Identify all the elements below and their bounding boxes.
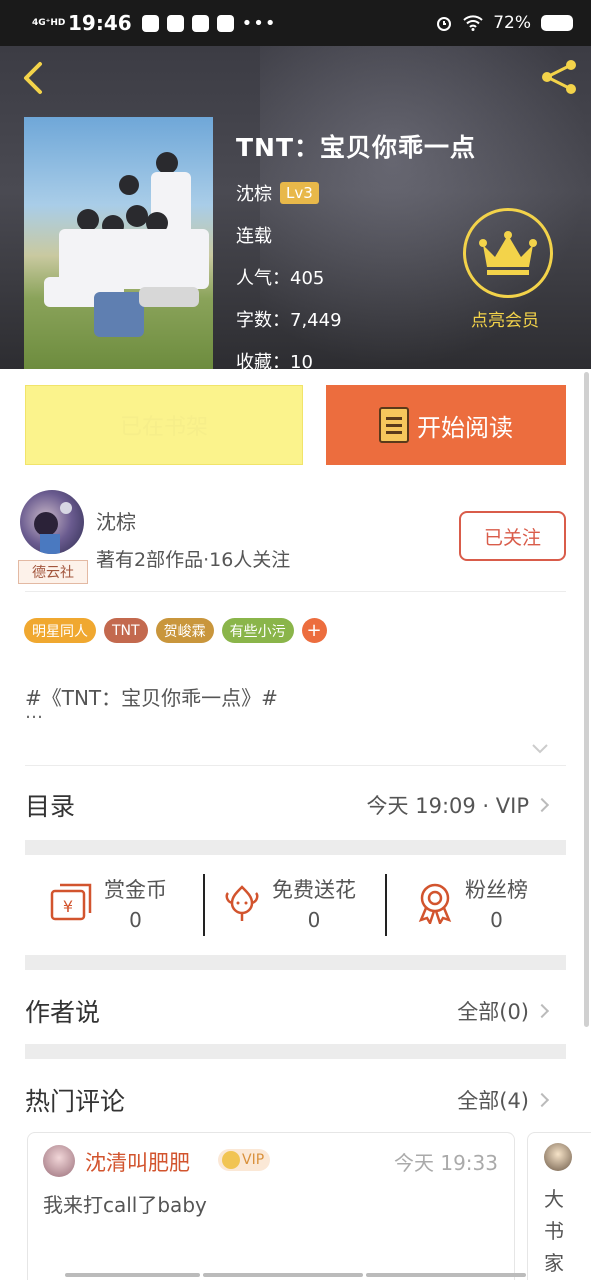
word-count: 字数：7,449	[236, 310, 342, 331]
divider	[203, 874, 205, 936]
book-header: TNT：宝贝你乖一点 沈棕 Lv3 连载 人气：405 字数：7,449 收藏：…	[0, 46, 591, 373]
book-title: TNT：宝贝你乖一点	[236, 133, 477, 162]
divider	[385, 874, 387, 936]
vip-badge: VIP	[218, 1149, 271, 1171]
coin-reward-button[interactable]: ¥ 赏金币 0	[50, 870, 167, 936]
status-bar: 4G⁺HD 19:46 ••• 72%	[0, 0, 591, 46]
coin-label: 赏金币	[104, 878, 167, 902]
start-reading-button[interactable]: 开始阅读	[326, 385, 566, 465]
book-author[interactable]: 沈棕	[236, 180, 272, 206]
author-stats: 著有2部作品·16人关注	[96, 549, 291, 571]
tag-list: 明星同人 TNT 贺峻霖 有些小污 +	[24, 618, 327, 643]
book-description: #《TNT：宝贝你乖一点》#	[25, 686, 278, 710]
compass-icon	[191, 14, 209, 32]
toc-update-link[interactable]: 今天 19:09 · VIP	[366, 790, 550, 820]
notification-icons	[141, 14, 234, 32]
favorites-count: 收藏：10	[236, 352, 313, 373]
battery-icon	[541, 15, 573, 31]
comment-text: 我来打call了baby	[43, 1193, 207, 1217]
chevron-right-icon	[534, 1003, 550, 1019]
fan-rank-value: 0	[490, 908, 503, 932]
comment-time: 今天 19:33	[394, 1151, 498, 1175]
alarm-icon	[437, 17, 452, 31]
chevron-right-icon	[534, 1092, 550, 1108]
network-indicator: 4G⁺HD	[32, 17, 66, 28]
add-tag-button[interactable]: +	[301, 618, 327, 643]
tag-item[interactable]: TNT	[104, 618, 148, 643]
author-name[interactable]: 沈棕	[96, 506, 136, 535]
serial-status: 连载	[236, 226, 272, 247]
author-avatar[interactable]	[20, 490, 84, 554]
coin-value: 0	[129, 908, 142, 932]
fan-rank-label: 粉丝榜	[465, 878, 528, 902]
qq-icon	[141, 14, 159, 32]
chevron-right-icon	[534, 797, 550, 813]
carousel-indicator	[203, 1273, 363, 1277]
book-cover[interactable]	[24, 117, 213, 369]
toc-title[interactable]: 目录	[25, 787, 75, 823]
wifi-icon	[463, 15, 483, 31]
carousel-indicator	[65, 1273, 200, 1277]
send-flower-button[interactable]: 免费送花 0	[222, 870, 356, 936]
more-notifications-icon: •••	[241, 12, 277, 34]
carousel-indicator	[366, 1273, 526, 1277]
divider	[25, 765, 566, 766]
comment-card[interactable]: 沈清叫肥肥 VIP 今天 19:33 我来打call了baby	[27, 1132, 515, 1280]
tag-item[interactable]: 贺峻霖	[155, 618, 214, 643]
share-icon[interactable]	[538, 56, 580, 98]
author-says-all: 全部(0)	[457, 1000, 529, 1024]
author-says-all-link[interactable]: 全部(0)	[457, 996, 550, 1026]
reward-stats: ¥ 赏金币 0 免费送花 0 粉丝榜 0	[25, 870, 566, 936]
toc-update: 今天 19:09 · VIP	[366, 794, 529, 818]
start-reading-label: 开始阅读	[417, 413, 513, 442]
book-icon	[379, 407, 409, 443]
in-shelf-button[interactable]: 已在书架	[25, 385, 303, 465]
commenter-avatar[interactable]	[43, 1145, 75, 1177]
clock: 19:46	[68, 11, 132, 35]
comment-card[interactable]: 大书家	[527, 1132, 591, 1280]
hot-comments-title: 热门评论	[25, 1087, 126, 1116]
chevron-down-icon[interactable]	[531, 740, 549, 758]
section-gap	[25, 1044, 566, 1059]
flower-label: 免费送花	[272, 878, 356, 902]
flower-icon	[225, 885, 259, 921]
hot-comments-all: 全部(4)	[457, 1089, 529, 1113]
hot-comments-all-link[interactable]: 全部(4)	[457, 1085, 550, 1115]
fan-rank-button[interactable]: 粉丝榜 0	[415, 870, 528, 936]
section-gap	[25, 840, 566, 855]
tag-item[interactable]: 明星同人	[24, 618, 96, 643]
level-badge: Lv3	[280, 182, 319, 204]
member-button[interactable]: 点亮会员	[463, 208, 553, 331]
tag-item[interactable]: 有些小污	[221, 618, 294, 643]
commenter-avatar[interactable]	[544, 1143, 572, 1171]
divider	[25, 591, 566, 592]
popularity: 人气：405	[236, 268, 325, 289]
message-icon	[216, 14, 234, 32]
comment-text: 大书家	[544, 1187, 564, 1275]
coin-envelope-icon: ¥	[50, 883, 92, 921]
battery-percent: 72%	[493, 13, 531, 33]
author-says-title: 作者说	[25, 998, 101, 1027]
member-label: 点亮会员	[471, 311, 539, 331]
commenter-name[interactable]: 沈清叫肥肥	[85, 1147, 190, 1177]
section-gap	[25, 955, 566, 970]
medal-icon	[418, 883, 452, 924]
book-info: TNT：宝贝你乖一点 沈棕 Lv3 连载 人气：405 字数：7,449 收藏：…	[236, 128, 476, 374]
scrollbar[interactable]	[584, 372, 589, 1027]
flower-value: 0	[307, 908, 321, 932]
back-arrow-icon[interactable]	[18, 58, 48, 98]
svg-text:¥: ¥	[63, 897, 73, 916]
crown-icon	[479, 231, 537, 275]
description-ellipsis: …	[25, 702, 43, 723]
app-icon	[166, 14, 184, 32]
avatar-badge: 德云社	[18, 560, 88, 584]
follow-button[interactable]: 已关注	[459, 511, 566, 561]
